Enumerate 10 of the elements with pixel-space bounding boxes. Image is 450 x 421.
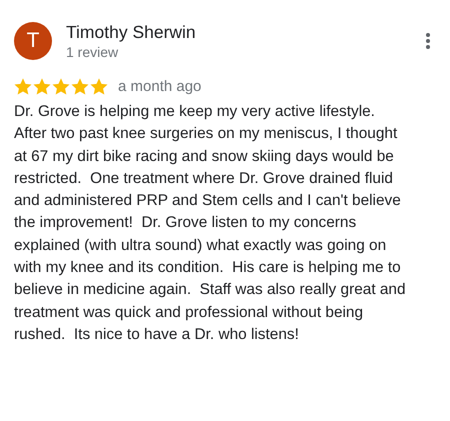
star-icon: [33, 78, 51, 95]
star-icon: [71, 78, 89, 95]
review-text: Dr. Grove is helping me keep my very active lifestyle. After two past knee surgeries on my meniscus, I thought at 67 my dirt bike racing and snow skiing days would be restricted. One treatment where Dr. Grove drained fluid and administered PRP and Stem cells and I can't believe the improvement! Dr. Grove listen to my concerns explained (with ultra sound) what exactly was going on with my knee and its condition. His care is helping me to believe in medicine again. Staff was also really great and treatment was quick and professional without being rushed. Its nice to have a Dr. who listens!: [14, 102, 407, 345]
star-icon: [14, 78, 32, 95]
author-name[interactable]: Timothy Sherwin: [66, 21, 402, 43]
star-icon: [90, 78, 108, 95]
review-count: 1 review: [66, 43, 120, 61]
star-icon: [52, 78, 70, 95]
review-date: a month ago: [118, 78, 202, 95]
avatar[interactable]: T: [14, 22, 52, 60]
